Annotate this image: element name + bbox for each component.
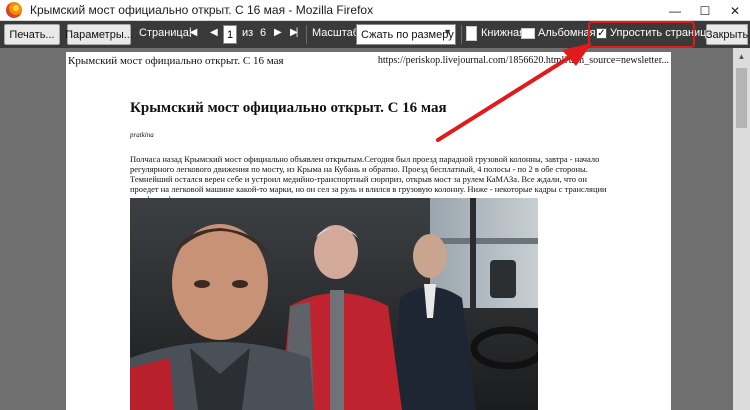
close-window-button[interactable]: ✕ [720, 0, 750, 21]
landscape-icon[interactable] [521, 28, 535, 39]
maximize-button[interactable]: ☐ [690, 0, 720, 21]
print-button[interactable]: Печать... [4, 24, 60, 45]
previous-page-icon: ◀ [210, 27, 218, 38]
simplify-highlight-box [588, 21, 695, 48]
first-page-icon: |◀ [189, 27, 197, 38]
current-page-input[interactable]: 1 [223, 25, 237, 44]
close-icon: ✕ [729, 3, 741, 18]
article-body: Полчаса назад Крымский мост официально о… [130, 154, 607, 204]
last-page-button[interactable]: ▶| [290, 27, 298, 38]
page-header-title: Крымский мост официально открыт. С 16 ма… [68, 55, 284, 67]
scroll-up-button[interactable]: ▲ [733, 48, 750, 65]
toolbar-divider [306, 25, 307, 44]
landscape-option[interactable]: Альбомная [538, 27, 596, 39]
article-author: pratkina [130, 131, 154, 139]
minimize-icon: — [669, 3, 681, 18]
window-title: Крымский мост официально открыт. С 16 ма… [30, 3, 374, 17]
portrait-icon[interactable] [466, 26, 477, 41]
of-label: из [242, 27, 254, 39]
chevron-up-icon: ▲ [737, 52, 746, 61]
last-page-icon: ▶| [290, 27, 298, 38]
scale-label: Масштаб: [312, 27, 363, 39]
page-setup-button[interactable]: Параметры... [65, 24, 133, 45]
firefox-icon [6, 2, 22, 18]
toolbar-divider [461, 25, 462, 44]
portrait-option[interactable]: Книжная [481, 27, 525, 39]
print-page: Крымский мост официально открыт. С 16 ма… [66, 52, 671, 410]
window-controls: — ☐ ✕ [660, 0, 750, 21]
chevron-down-icon: ▼ [443, 27, 452, 37]
minimize-button[interactable]: — [660, 0, 690, 21]
scroll-thumb[interactable] [736, 68, 747, 128]
scale-value: Сжать по размеру [361, 28, 454, 41]
window-titlebar: Крымский мост официально открыт. С 16 ма… [0, 0, 750, 21]
article-title: Крымский мост официально открыт. С 16 ма… [130, 100, 447, 116]
maximize-icon: ☐ [699, 3, 711, 18]
next-page-button[interactable]: ▶ [274, 27, 282, 38]
next-page-icon: ▶ [274, 27, 282, 38]
scale-select[interactable]: Сжать по размеру ▼ [356, 24, 456, 45]
photo-illustration [130, 198, 538, 410]
close-preview-button[interactable]: Закрыть [706, 24, 748, 45]
total-pages: 6 [260, 27, 267, 39]
page-header-url: https://periskop.livejournal.com/1856620… [377, 55, 669, 66]
first-page-button[interactable]: |◀ [189, 27, 197, 38]
previous-page-button[interactable]: ◀ [210, 27, 218, 38]
vertical-scrollbar[interactable]: ▲ [733, 48, 750, 410]
page-label: Страница: [139, 27, 192, 39]
article-photo [130, 198, 538, 410]
